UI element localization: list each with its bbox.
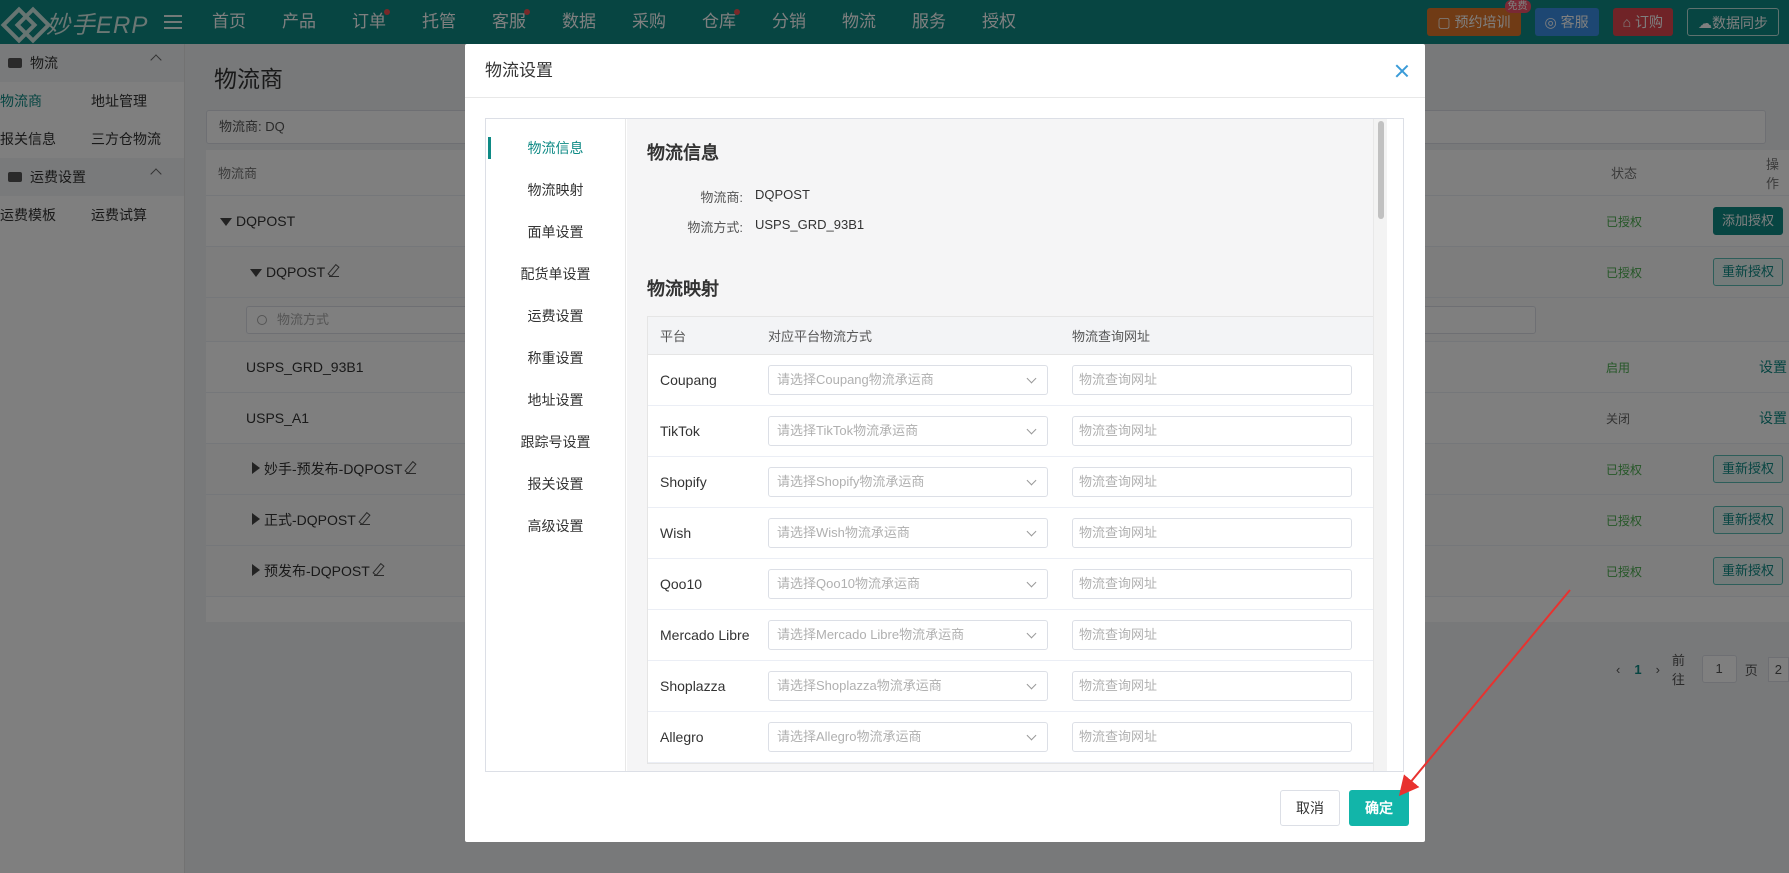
close-icon[interactable] xyxy=(1395,64,1409,78)
chevron-down-icon xyxy=(1026,730,1037,741)
provider-value: DQPOST xyxy=(755,187,810,202)
carrier-select[interactable]: 请选择Shopify物流承运商 xyxy=(768,467,1048,497)
chevron-down-icon xyxy=(1026,526,1037,537)
tab-advanced-settings[interactable]: 高级设置 xyxy=(486,505,625,547)
tracking-url-input[interactable]: 物流查询网址 xyxy=(1072,671,1352,701)
mapping-row-qoo10: Qoo10 请选择Qoo10物流承运商 物流查询网址 xyxy=(648,559,1374,610)
mapping-table-header: 平台 对应平台物流方式 物流查询网址 xyxy=(648,317,1374,355)
method-label: 物流方式: xyxy=(687,220,743,235)
chevron-down-icon xyxy=(1026,373,1037,384)
chevron-down-icon xyxy=(1026,679,1037,690)
dialog-body: 物流信息 物流映射 面单设置 配货单设置 运费设置 称重设置 地址设置 跟踪号设… xyxy=(485,118,1404,772)
logistics-settings-dialog: 物流设置 物流信息 物流映射 面单设置 配货单设置 运费设置 称重设置 地址设置… xyxy=(465,44,1425,842)
method-value: USPS_GRD_93B1 xyxy=(755,217,865,232)
mapping-row-mercado-libre: Mercado Libre 请选择Mercado Libre物流承运商 物流查询网址 xyxy=(648,610,1374,661)
content-scrollbar[interactable] xyxy=(1373,119,1387,771)
carrier-select[interactable]: 请选择Qoo10物流承运商 xyxy=(768,569,1048,599)
mapping-row-wish: Wish 请选择Wish物流承运商 物流查询网址 xyxy=(648,508,1374,559)
carrier-select[interactable]: 请选择Mercado Libre物流承运商 xyxy=(768,620,1048,650)
platform-name: Wish xyxy=(660,525,692,541)
carrier-select[interactable]: 请选择Allegro物流承运商 xyxy=(768,722,1048,752)
mapping-row-shopify: Shopify 请选择Shopify物流承运商 物流查询网址 xyxy=(648,457,1374,508)
settings-content: 物流信息 物流商: DQPOST 物流方式: USPS_GRD_93B1 物流映… xyxy=(627,119,1387,771)
tab-label-settings[interactable]: 面单设置 xyxy=(486,211,625,253)
header-platform: 平台 xyxy=(660,329,687,344)
chevron-down-icon xyxy=(1026,475,1037,486)
cancel-button[interactable]: 取消 xyxy=(1280,790,1340,826)
tracking-url-input[interactable]: 物流查询网址 xyxy=(1072,620,1352,650)
platform-name: Shopify xyxy=(660,474,707,490)
header-url: 物流查询网址 xyxy=(1072,329,1151,344)
tab-shipping-fee-settings[interactable]: 运费设置 xyxy=(486,295,625,337)
tracking-url-input[interactable]: 物流查询网址 xyxy=(1072,518,1352,548)
carrier-select[interactable]: 请选择TikTok物流承运商 xyxy=(768,416,1048,446)
chevron-down-icon xyxy=(1026,424,1037,435)
info-provider-row: 物流商: DQPOST xyxy=(647,187,810,206)
provider-label: 物流商: xyxy=(700,190,743,205)
mapping-row-coupang: Coupang 请选择Coupang物流承运商 物流查询网址 xyxy=(648,355,1374,406)
platform-name: Coupang xyxy=(660,372,717,388)
carrier-select[interactable]: 请选择Wish物流承运商 xyxy=(768,518,1048,548)
tab-tracking-number-settings[interactable]: 跟踪号设置 xyxy=(486,421,625,463)
carrier-select[interactable]: 请选择Coupang物流承运商 xyxy=(768,365,1048,395)
tracking-url-input[interactable]: 物流查询网址 xyxy=(1072,722,1352,752)
mapping-row-shoplazza: Shoplazza 请选择Shoplazza物流承运商 物流查询网址 xyxy=(648,661,1374,712)
chevron-down-icon xyxy=(1026,577,1037,588)
platform-name: Allegro xyxy=(660,729,704,745)
tab-weighing-settings[interactable]: 称重设置 xyxy=(486,337,625,379)
tracking-url-input[interactable]: 物流查询网址 xyxy=(1072,467,1352,497)
tracking-url-input[interactable]: 物流查询网址 xyxy=(1072,569,1352,599)
tab-logistics-info[interactable]: 物流信息 xyxy=(486,127,625,169)
header-carrier: 对应平台物流方式 xyxy=(768,329,873,344)
carrier-select[interactable]: 请选择Shoplazza物流承运商 xyxy=(768,671,1048,701)
tab-address-settings[interactable]: 地址设置 xyxy=(486,379,625,421)
platform-name: TikTok xyxy=(660,423,700,439)
section-title-mapping: 物流映射 xyxy=(647,279,719,299)
platform-name: Shoplazza xyxy=(660,678,726,694)
dialog-header: 物流设置 xyxy=(465,44,1425,98)
confirm-button[interactable]: 确定 xyxy=(1349,790,1409,826)
scrollbar-thumb[interactable] xyxy=(1378,121,1384,219)
mapping-table: 平台 对应平台物流方式 物流查询网址 Coupang 请选择Coupang物流承运… xyxy=(647,316,1375,764)
info-method-row: 物流方式: USPS_GRD_93B1 xyxy=(647,217,864,236)
tab-logistics-mapping[interactable]: 物流映射 xyxy=(486,169,625,211)
settings-tabs: 物流信息 物流映射 面单设置 配货单设置 运费设置 称重设置 地址设置 跟踪号设… xyxy=(486,119,626,771)
tab-customs-settings[interactable]: 报关设置 xyxy=(486,463,625,505)
mapping-row-tiktok: TikTok 请选择TikTok物流承运商 物流查询网址 xyxy=(648,406,1374,457)
tracking-url-input[interactable]: 物流查询网址 xyxy=(1072,365,1352,395)
mapping-row-allegro: Allegro 请选择Allegro物流承运商 物流查询网址 xyxy=(648,712,1374,763)
tab-picking-list-settings[interactable]: 配货单设置 xyxy=(486,253,625,295)
platform-name: Mercado Libre xyxy=(660,627,750,643)
tracking-url-input[interactable]: 物流查询网址 xyxy=(1072,416,1352,446)
platform-name: Qoo10 xyxy=(660,576,703,592)
dialog-title: 物流设置 xyxy=(485,61,553,80)
section-title-info: 物流信息 xyxy=(647,143,719,163)
chevron-down-icon xyxy=(1026,628,1037,639)
